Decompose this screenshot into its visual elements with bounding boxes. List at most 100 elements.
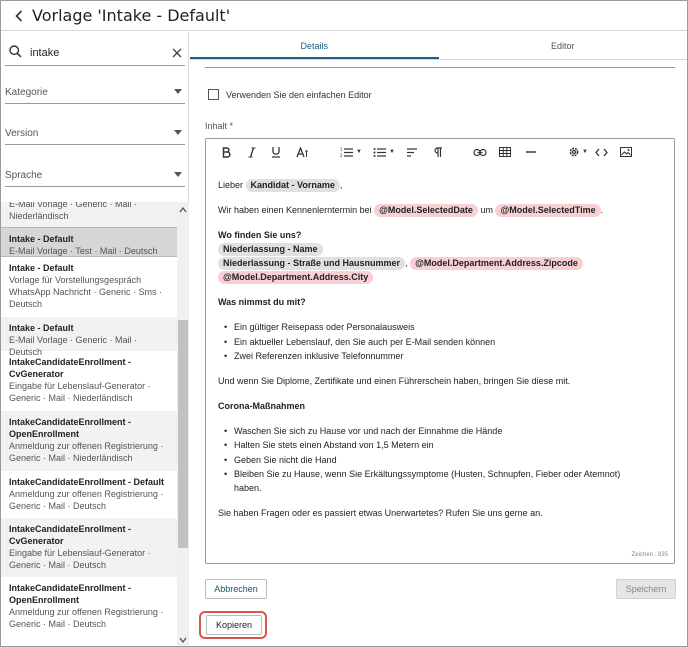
search-box	[5, 40, 185, 66]
list-item-continuation: haben.	[234, 483, 262, 493]
caret-down-icon	[179, 637, 187, 643]
list-item[interactable]: IntakeCandidateEnrollment - Default Anme…	[1, 471, 177, 518]
code-icon	[594, 148, 608, 156]
svg-text:1: 1	[340, 147, 343, 152]
simple-editor-checkbox[interactable]	[208, 89, 219, 100]
copy-button[interactable]: Kopieren	[206, 615, 262, 635]
link-button[interactable]	[473, 145, 487, 159]
scroll-up-button[interactable]	[177, 204, 189, 216]
language-select-label: Sprache	[5, 170, 43, 181]
underline-icon	[272, 147, 280, 158]
category-select-label: Kategorie	[5, 87, 48, 98]
caret-down-icon	[174, 172, 182, 177]
list-item: Geben Sie nicht die Hand	[224, 454, 337, 467]
save-button[interactable]: Speichern	[616, 579, 676, 599]
address-line-2: Niederlassung - Straße und Hausnummer, @…	[218, 257, 583, 270]
placeholder-chip[interactable]: @Model.SelectedDate	[374, 204, 478, 217]
version-select-label: Version	[5, 128, 39, 139]
caret-down-icon	[174, 130, 182, 135]
list-item[interactable]: IntakeCandidateEnrollment - OpenEnrollme…	[1, 411, 177, 471]
table-button[interactable]	[498, 145, 512, 159]
gear-icon	[569, 147, 579, 157]
list-item: Halten Sie stets einen Abstand von 1,5 M…	[224, 439, 434, 452]
chevron-left-icon	[15, 9, 23, 22]
list-item[interactable]: IntakeCandidateEnrollment - CvGenerator …	[1, 351, 177, 411]
closing-text: Sie haben Fragen oder es passiert etwas …	[218, 508, 543, 518]
caret-up-icon	[179, 207, 187, 213]
list-item: Ein gültiger Reisepass oder Personalausw…	[224, 321, 415, 334]
align-button[interactable]	[405, 145, 419, 159]
image-button[interactable]	[619, 145, 633, 159]
scroll-down-button[interactable]	[177, 634, 189, 646]
tab-editor[interactable]: Editor	[439, 32, 688, 59]
ordered-list-icon: 12	[340, 147, 354, 158]
ordered-list-button[interactable]: 12 ▼	[339, 145, 363, 159]
rich-text-editor[interactable]: 12 ▼ ▼ ▼ Lieber Kandidat - Vorname , Wir…	[205, 138, 675, 564]
list-item[interactable]: IntakeCandidateEnrollment - CvGenerator …	[1, 518, 177, 577]
address-line-1: Niederlassung - Name	[218, 243, 323, 256]
address-line-3: @Model.Department.Address.City	[218, 271, 374, 284]
horizontal-rule-button[interactable]	[524, 145, 538, 159]
category-select[interactable]: Kategorie	[5, 80, 185, 104]
appointment-line: Wir haben einen Kennenlerntermin bei @Mo…	[218, 204, 604, 217]
language-select[interactable]: Sprache	[5, 163, 185, 187]
caret-down-icon	[174, 89, 182, 94]
cancel-button[interactable]: Abbrechen	[205, 579, 267, 599]
placeholder-chip[interactable]: Kandidat - Vorname	[245, 179, 340, 192]
underline-button[interactable]	[270, 145, 282, 159]
field-underline	[205, 67, 675, 68]
caret-down-icon: ▼	[389, 149, 395, 155]
align-left-icon	[407, 147, 417, 157]
simple-editor-label: Verwenden Sie den einfachen Editor	[226, 89, 372, 100]
back-button[interactable]	[12, 9, 26, 22]
bring-heading: Was nimmst du mit?	[218, 297, 306, 307]
bold-icon	[222, 146, 230, 158]
font-size-button[interactable]	[295, 145, 309, 159]
placeholder-chip[interactable]: Niederlassung - Straße und Hausnummer	[218, 257, 406, 270]
bullet-list-icon	[373, 147, 387, 157]
placeholder-chip[interactable]: @Model.Department.Address.Zipcode	[410, 257, 583, 270]
caret-down-icon: ▼	[356, 149, 362, 155]
list-item[interactable]: E-Mail Vorlage · Generic · Mail · Nieder…	[1, 202, 177, 227]
list-item-selected[interactable]: Intake - Default E-Mail Vorlage · Test ·…	[1, 227, 177, 257]
where-heading: Wo finden Sie uns?	[218, 230, 302, 240]
list-item: Waschen Sie sich zu Hause vor und nach d…	[224, 425, 502, 438]
paragraph-icon	[434, 146, 442, 157]
list-scrollbar[interactable]	[177, 202, 189, 646]
simple-editor-toggle[interactable]: Verwenden Sie den einfachen Editor	[208, 89, 372, 100]
placeholder-chip[interactable]: @Model.Department.Address.City	[218, 271, 374, 284]
character-count: Zeichen : 835	[631, 552, 668, 558]
placeholder-chip[interactable]: Niederlassung - Name	[218, 243, 323, 256]
close-icon	[172, 48, 182, 57]
bold-button[interactable]	[220, 145, 232, 159]
corona-heading: Corona-Maßnahmen	[218, 401, 306, 411]
list-item[interactable]: Intake - Default E-Mail Vorlage · Generi…	[1, 317, 177, 357]
version-select[interactable]: Version	[5, 121, 185, 145]
bullet-list-button[interactable]: ▼	[372, 145, 396, 159]
settings-button[interactable]: ▼	[568, 145, 588, 159]
svg-text:2: 2	[340, 153, 343, 158]
scrollbar-thumb[interactable]	[178, 320, 188, 548]
horizontal-rule-icon	[526, 151, 536, 153]
clear-search-button[interactable]	[172, 48, 182, 58]
link-icon	[473, 148, 487, 156]
list-item[interactable]: Intake - Default Vorlage für Vorstellung…	[1, 257, 177, 317]
table-icon	[499, 147, 511, 157]
list-item[interactable]: IntakeCandidateEnrollment - OpenEnrollme…	[1, 577, 177, 637]
placeholder-chip[interactable]: @Model.SelectedTime	[495, 204, 601, 217]
tab-bar: Details Editor	[190, 32, 687, 60]
italic-button[interactable]	[246, 145, 258, 159]
page-title: Vorlage 'Intake - Default'	[32, 6, 231, 25]
editor-toolbar: 12 ▼ ▼ ▼	[206, 139, 674, 167]
paragraph-button[interactable]	[430, 145, 444, 159]
source-code-button[interactable]	[594, 145, 608, 159]
italic-icon	[248, 147, 256, 157]
search-input[interactable]	[30, 46, 172, 59]
content-label: Inhalt *	[205, 121, 234, 131]
list-item: Bleiben Sie zu Hause, wenn Sie Erkältung…	[224, 468, 620, 481]
template-list: E-Mail Vorlage · Generic · Mail · Nieder…	[1, 202, 177, 646]
page-header: Vorlage 'Intake - Default'	[1, 1, 687, 31]
image-icon	[620, 147, 632, 157]
tab-details[interactable]: Details	[190, 32, 439, 59]
caret-down-icon: ▼	[582, 149, 588, 155]
